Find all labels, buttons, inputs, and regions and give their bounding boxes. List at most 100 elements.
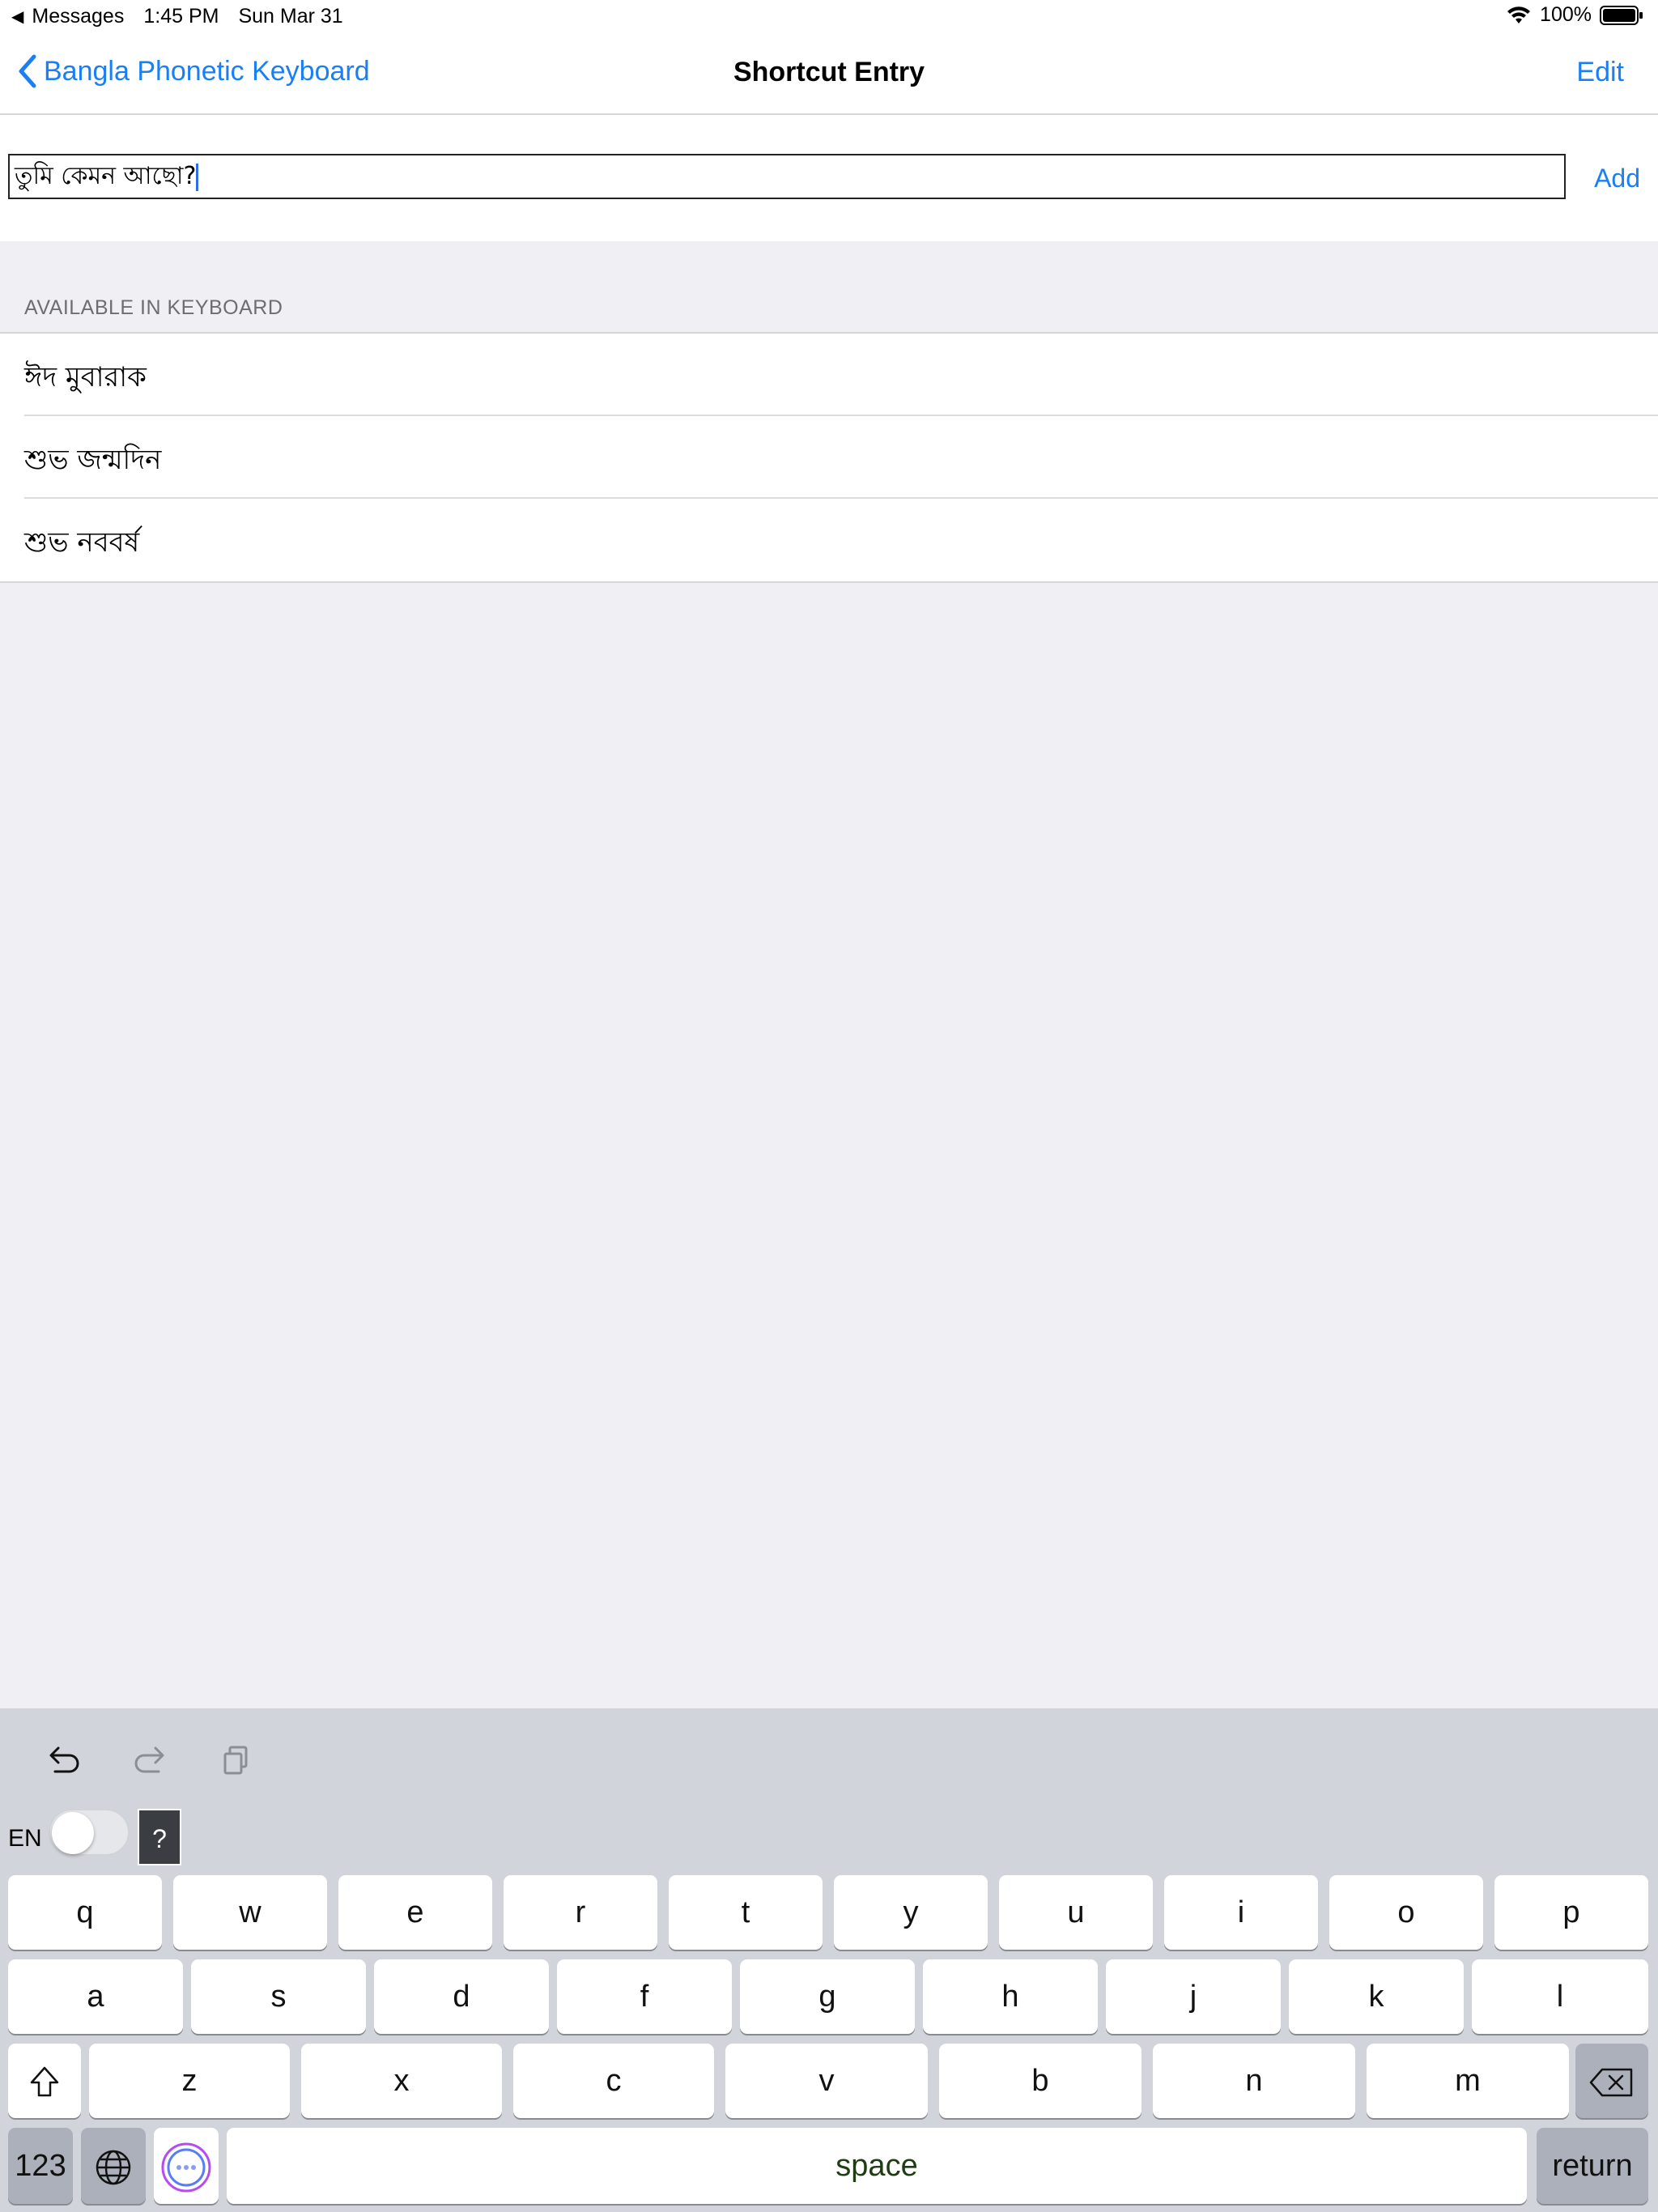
status-date: Sun Mar 31 — [238, 5, 343, 28]
undo-icon[interactable] — [40, 1738, 86, 1783]
key-g[interactable]: g — [740, 1959, 915, 2034]
key-f[interactable]: f — [557, 1959, 732, 2034]
key-label: space — [835, 2149, 918, 2183]
key-s[interactable]: s — [191, 1959, 366, 2034]
status-bar: ◀ Messages 1:45 PM Sun Mar 31 100% — [0, 0, 1658, 32]
key-label: return — [1552, 2149, 1633, 2183]
key-l[interactable]: l — [1472, 1959, 1648, 2034]
more-icon — [161, 2142, 211, 2193]
shortcut-entry-area: তুমি কেমন আছো? Add — [0, 115, 1658, 241]
key-e[interactable]: e — [338, 1875, 492, 1950]
keyboard-shortcut-bar — [0, 1708, 1658, 1797]
status-right: 100% — [1506, 3, 1643, 27]
key-b[interactable]: b — [939, 2044, 1141, 2118]
chevron-left-icon — [19, 54, 36, 88]
back-button[interactable]: Bangla Phonetic Keyboard — [16, 53, 370, 89]
keyboard: EN ? q w e r t y u i o p a s d f g h j k… — [0, 1708, 1658, 2212]
navigation-bar: Shortcut Entry Bangla Phonetic Keyboard … — [0, 32, 1658, 115]
app-extension-key[interactable] — [154, 2128, 219, 2204]
key-label: q — [76, 1895, 94, 1929]
shift-key[interactable] — [8, 2044, 81, 2118]
key-w[interactable]: w — [173, 1875, 327, 1950]
shift-icon — [30, 2066, 59, 2097]
key-p[interactable]: p — [1494, 1875, 1648, 1950]
list-item[interactable]: শুভ নববর্ষ — [0, 499, 1658, 581]
key-r[interactable]: r — [504, 1875, 657, 1950]
status-time: 1:45 PM — [143, 5, 219, 28]
key-label: d — [453, 1980, 470, 2014]
globe-key[interactable] — [81, 2128, 146, 2204]
key-m[interactable]: m — [1367, 2044, 1569, 2118]
list-item-label: শুভ নববর্ষ — [24, 526, 140, 559]
key-q[interactable]: q — [8, 1875, 162, 1950]
shortcut-list: ঈদ মুবারাক শুভ জন্মদিন শুভ নববর্ষ — [0, 332, 1658, 583]
key-i[interactable]: i — [1164, 1875, 1318, 1950]
back-button-label: Bangla Phonetic Keyboard — [44, 55, 370, 87]
key-label: v — [818, 2064, 835, 2098]
toggle-knob — [52, 1812, 94, 1854]
space-key[interactable]: space — [227, 2128, 1527, 2204]
paste-icon[interactable] — [215, 1738, 261, 1783]
key-label: i — [1237, 1895, 1245, 1929]
key-label: e — [406, 1895, 424, 1929]
key-label: p — [1562, 1895, 1580, 1929]
key-o[interactable]: o — [1329, 1875, 1483, 1950]
key-label: l — [1556, 1980, 1564, 2014]
key-label: r — [575, 1895, 586, 1929]
key-y[interactable]: y — [834, 1875, 988, 1950]
key-label: m — [1455, 2064, 1481, 2098]
add-button[interactable]: Add — [1594, 164, 1640, 194]
backspace-icon — [1589, 2068, 1633, 2097]
wifi-icon — [1507, 6, 1531, 23]
key-label: w — [239, 1895, 261, 1929]
key-label: h — [1001, 1980, 1019, 2014]
key-label: 123 — [15, 2149, 66, 2183]
key-label: u — [1067, 1895, 1085, 1929]
key-label: y — [903, 1895, 919, 1929]
numbers-key[interactable]: 123 — [8, 2128, 73, 2204]
list-item[interactable]: শুভ জন্মদিন — [0, 416, 1658, 499]
status-left: ◀ Messages 1:45 PM Sun Mar 31 — [11, 5, 343, 28]
key-u[interactable]: u — [999, 1875, 1153, 1950]
key-d[interactable]: d — [374, 1959, 549, 2034]
key-k[interactable]: k — [1289, 1959, 1464, 2034]
key-label: o — [1397, 1895, 1415, 1929]
key-j[interactable]: j — [1106, 1959, 1281, 2034]
redo-icon[interactable] — [128, 1738, 173, 1783]
return-key[interactable]: return — [1537, 2128, 1648, 2204]
key-t[interactable]: t — [669, 1875, 823, 1950]
key-label: s — [270, 1980, 287, 2014]
key-z[interactable]: z — [89, 2044, 290, 2118]
back-to-app-icon[interactable]: ◀ — [11, 6, 23, 27]
list-item-label: ঈদ মুবারাক — [24, 361, 147, 393]
globe-icon — [96, 2150, 131, 2185]
key-a[interactable]: a — [8, 1959, 183, 2034]
shortcut-input-value: তুমি কেমন আছো? — [15, 162, 197, 190]
key-label: x — [393, 2064, 410, 2098]
key-c[interactable]: c — [513, 2044, 714, 2118]
key-label: n — [1245, 2064, 1263, 2098]
back-to-app-label[interactable]: Messages — [32, 5, 124, 28]
text-cursor — [196, 163, 199, 191]
key-label: f — [640, 1980, 649, 2014]
key-label: c — [606, 2064, 622, 2098]
section-header: AVAILABLE IN KEYBOARD — [24, 296, 283, 319]
language-toggle[interactable] — [49, 1809, 130, 1856]
key-x[interactable]: x — [301, 2044, 502, 2118]
edit-button[interactable]: Edit — [1576, 57, 1624, 88]
key-label: a — [87, 1980, 104, 2014]
language-label: EN — [8, 1825, 42, 1852]
shortcut-input[interactable]: তুমি কেমন আছো? — [8, 154, 1566, 199]
key-v[interactable]: v — [725, 2044, 928, 2118]
key-label: b — [1031, 2064, 1049, 2098]
battery-percent: 100% — [1540, 3, 1592, 26]
key-label: g — [818, 1980, 836, 2014]
help-button[interactable]: ? — [138, 1809, 181, 1865]
delete-key[interactable] — [1575, 2044, 1648, 2118]
list-item[interactable]: ঈদ মুবারাক — [0, 334, 1658, 416]
key-n[interactable]: n — [1153, 2044, 1355, 2118]
key-h[interactable]: h — [923, 1959, 1098, 2034]
key-label: z — [181, 2064, 198, 2098]
key-label: t — [741, 1895, 750, 1929]
key-label: k — [1368, 1980, 1384, 2014]
